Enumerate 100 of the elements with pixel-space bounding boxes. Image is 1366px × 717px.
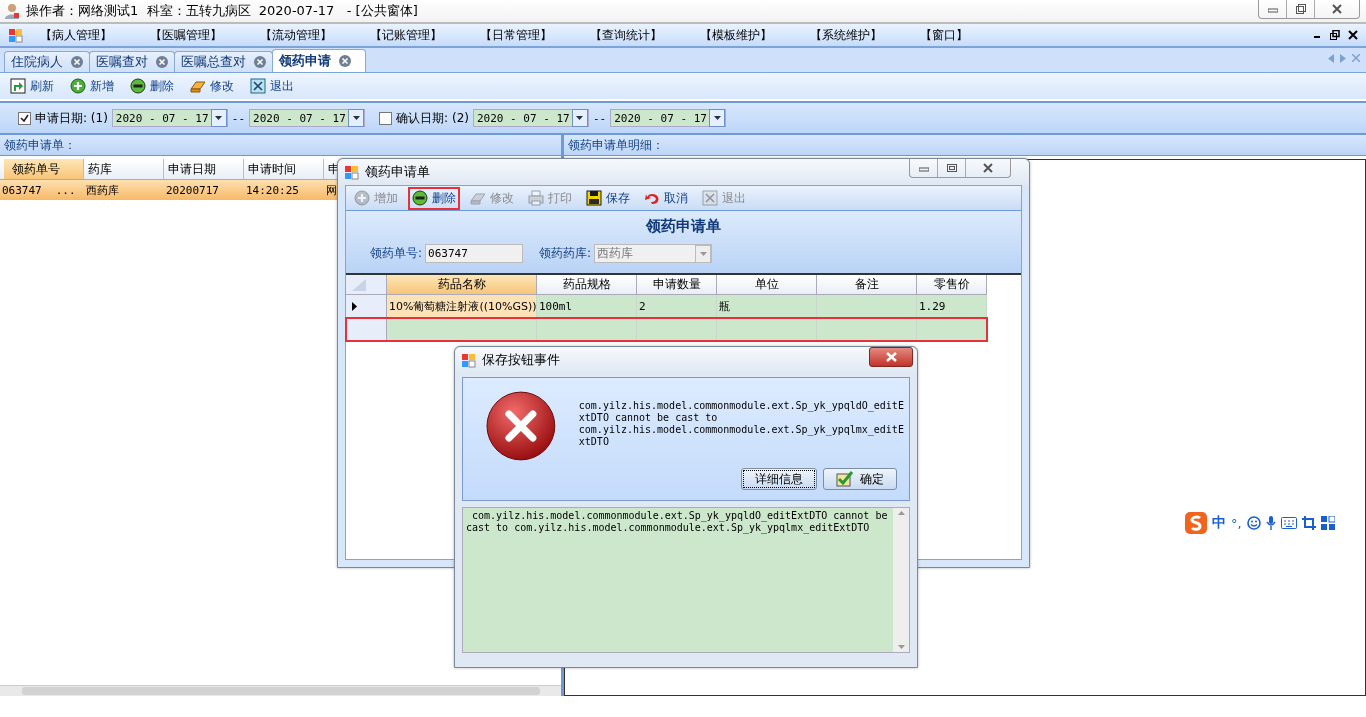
checkbox[interactable]	[379, 111, 393, 125]
microphone-icon[interactable]	[1265, 516, 1276, 530]
column-header[interactable]: 申请时间	[244, 159, 324, 179]
dropdown-button[interactable]	[348, 109, 365, 127]
panel-header: 领药申请单：	[0, 135, 561, 156]
date-field[interactable]: 2020 - 07 - 17	[111, 109, 228, 127]
restore-icon	[1295, 4, 1306, 14]
caret-icon	[576, 116, 584, 120]
restore-icon[interactable]	[1330, 30, 1340, 40]
panel-header: 领药申请单明细：	[564, 135, 1366, 156]
tab[interactable]: 领药申请	[272, 49, 366, 72]
menu-item[interactable]: 【日常管理】	[471, 26, 561, 44]
refresh-icon	[10, 78, 26, 94]
close-icon	[702, 190, 718, 206]
dialog-title: 领药申请单	[365, 163, 430, 181]
scroll-thumb[interactable]	[22, 687, 540, 695]
table-cell: 100ml	[537, 295, 637, 317]
table-row[interactable]	[346, 318, 987, 341]
crop-icon[interactable]	[1301, 516, 1316, 530]
ellipsis-button[interactable]: ...	[55, 183, 76, 197]
close-icon	[885, 352, 897, 362]
window-title: 操作者：网络测试1 科室：五转九病区 2020-07-17 - [公共窗体]	[26, 2, 419, 20]
table-row[interactable]: 10%葡萄糖注射液((10%GS)) 100ml 2 瓶 1.29	[346, 295, 987, 318]
minimize-icon	[918, 164, 929, 172]
column-header[interactable]: 药库	[84, 159, 164, 179]
toolbar-button[interactable]: 删除	[408, 186, 460, 210]
text-field[interactable]: 063747	[425, 244, 524, 263]
row-header[interactable]	[346, 295, 387, 317]
menu-item[interactable]: 【医嘱管理】	[141, 26, 231, 44]
close-icon	[983, 163, 993, 173]
column-header[interactable]: 申请日期	[164, 159, 244, 179]
menu-item[interactable]: 【查询统计】	[581, 26, 671, 44]
date-separator: --	[231, 111, 246, 125]
error-icon	[485, 390, 557, 462]
input-mode-toggle[interactable]: 中	[1212, 514, 1226, 532]
dropdown-button[interactable]	[571, 109, 588, 127]
eraser-icon	[470, 190, 486, 206]
close-icon[interactable]	[1348, 30, 1358, 40]
dropdown-button[interactable]	[709, 109, 726, 127]
toolbar-button[interactable]: 保存	[582, 186, 634, 210]
menu-item[interactable]: 【记账管理】	[361, 26, 451, 44]
table-cell: 14:20:25	[246, 183, 299, 197]
toolbar-button[interactable]: 退出	[246, 74, 298, 98]
grid-icon[interactable]	[1320, 516, 1335, 530]
caret-icon	[713, 116, 721, 120]
maximize-icon	[946, 163, 957, 173]
menu-item[interactable]: 【流动管理】	[251, 26, 341, 44]
checkbox[interactable]	[18, 111, 31, 125]
menu-item[interactable]: 【模板维护】	[691, 26, 781, 44]
scrollbar[interactable]	[893, 508, 909, 652]
column-header[interactable]: 药品名称	[387, 275, 537, 294]
date-field[interactable]: 2020 - 07 - 17	[249, 109, 366, 127]
caret-icon	[352, 116, 360, 120]
details-button[interactable]: 详细信息	[741, 468, 817, 490]
field-label: 申请日期: (1)	[35, 109, 108, 127]
date-field[interactable]: 2020 - 07 - 17	[610, 109, 727, 127]
toolbar-button[interactable]: 取消	[640, 186, 692, 210]
column-header[interactable]: 领药单号	[4, 159, 84, 179]
app-icon	[461, 352, 476, 368]
menu-item[interactable]: 【系统维护】	[801, 26, 891, 44]
toolbar-button[interactable]: 新增	[66, 74, 118, 98]
tab[interactable]: 医嘱总查对	[174, 51, 273, 72]
tab[interactable]: 医嘱查对	[89, 51, 175, 72]
checkmark-icon	[20, 113, 29, 123]
column-header[interactable]: 零售价	[917, 275, 987, 294]
date-field[interactable]: 2020 - 07 - 17	[472, 109, 589, 127]
menu-item[interactable]: 【窗口】	[911, 26, 977, 44]
toolbar-button[interactable]: 删除	[126, 74, 178, 98]
table-cell: 1.29	[917, 295, 987, 317]
plus-icon	[70, 78, 86, 94]
column-header[interactable]: 备注	[817, 275, 917, 294]
field-label: 领药单号:	[370, 245, 423, 262]
user-icon	[4, 3, 20, 19]
column-header[interactable]: 单位	[717, 275, 817, 294]
current-row-icon	[352, 301, 357, 311]
app-icon	[344, 164, 359, 180]
menu-item[interactable]: 【病人管理】	[31, 26, 121, 44]
column-header[interactable]: 药品规格	[537, 275, 637, 294]
s-logo-icon[interactable]	[1185, 512, 1207, 534]
minimize-icon	[1267, 5, 1278, 13]
table-cell: 瓶	[717, 295, 817, 317]
table-cell: 西药库	[86, 182, 119, 198]
toolbar-button[interactable]: 刷新	[6, 74, 58, 98]
app-icon	[8, 27, 23, 43]
dialog-title: 保存按钮事件	[482, 351, 560, 369]
tab[interactable]: 住院病人	[4, 51, 90, 72]
details-text: com.yilz.his.model.commonmodule.ext.Sp_yk_ypqldO_editExtDTO cannot be cast to com.yilz.his.model.commonmodule.ext.Sp_yk_ypqlmx_editExtDTO	[465, 509, 889, 536]
table-cell: 网	[326, 182, 337, 198]
toolbar-button[interactable]: 修改	[186, 74, 238, 98]
plus-icon	[354, 190, 370, 206]
checkmark-icon	[836, 471, 854, 487]
ok-button[interactable]: 确定	[823, 468, 897, 490]
close-icon	[250, 78, 266, 94]
smiley-icon[interactable]	[1246, 516, 1261, 530]
scrollbar[interactable]	[0, 685, 561, 696]
keyboard-icon[interactable]	[1280, 517, 1297, 529]
punctuation-toggle[interactable]: °,	[1231, 515, 1242, 531]
close-button[interactable]	[869, 347, 913, 367]
dropdown-button[interactable]	[210, 109, 227, 127]
column-header[interactable]: 申请数量	[637, 275, 717, 294]
